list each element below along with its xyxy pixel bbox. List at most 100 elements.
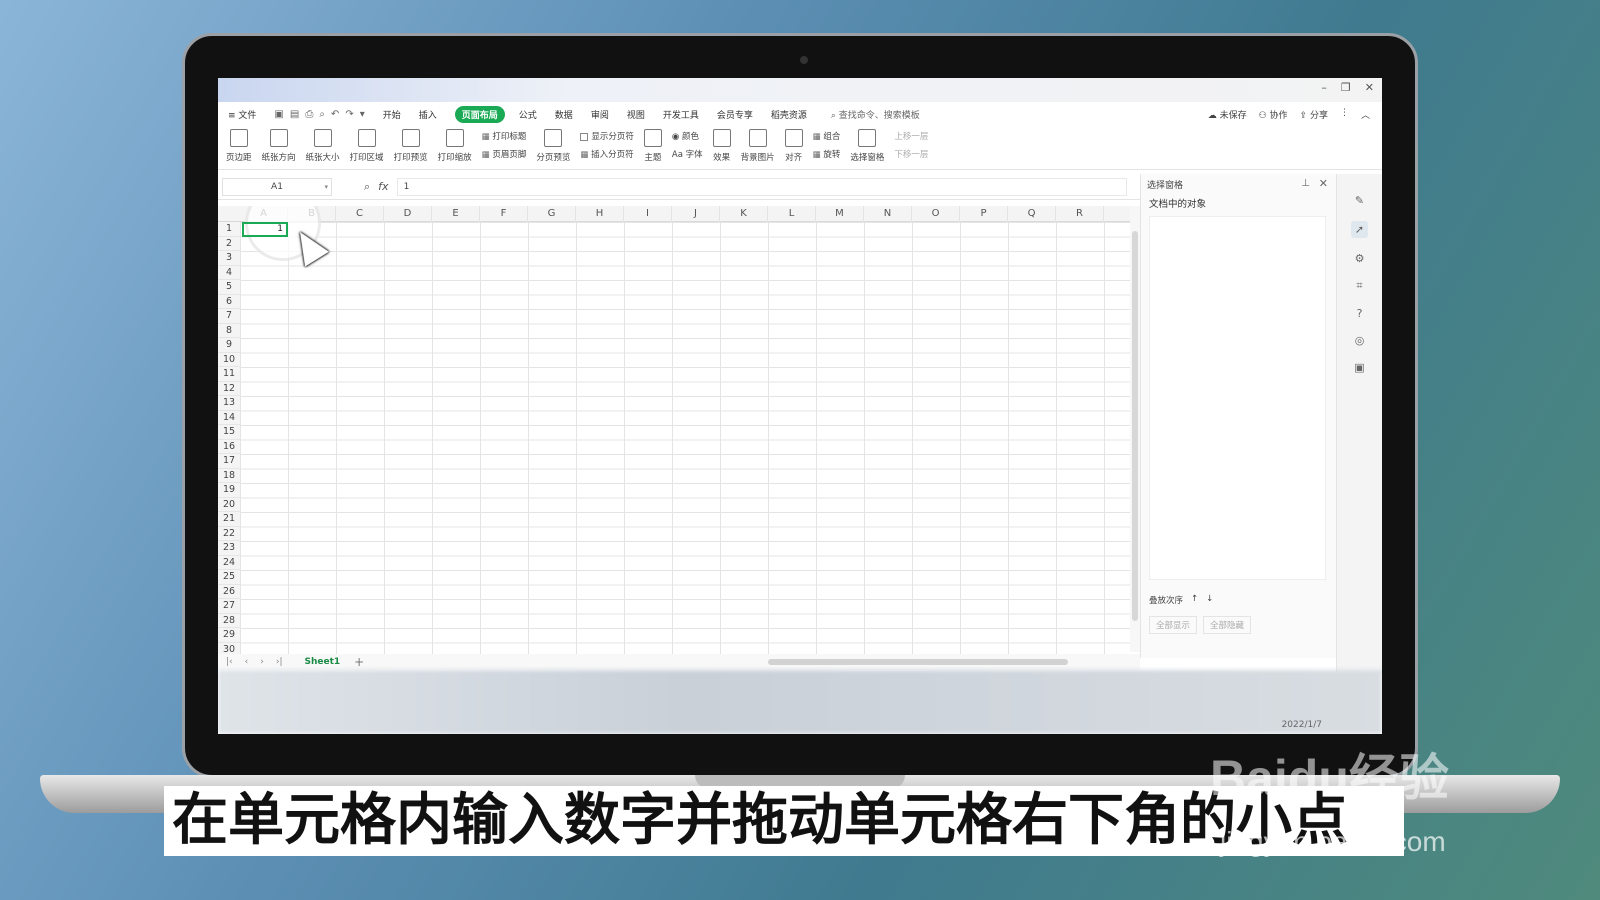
row-header-21[interactable]: 21 bbox=[218, 512, 240, 527]
print-icon[interactable]: ⎙ bbox=[305, 109, 313, 120]
customize-icon[interactable]: ▾ bbox=[360, 109, 365, 120]
paper-size-button[interactable]: 纸张大小 bbox=[306, 126, 340, 163]
move-up-icon[interactable]: ↑ bbox=[1191, 594, 1198, 606]
command-search[interactable]: ⌕ 查找命令、搜索模板 bbox=[831, 108, 920, 121]
file-menu[interactable]: ≡ 文件 bbox=[228, 108, 256, 121]
show-page-breaks-checkbox[interactable]: 显示分页符 bbox=[580, 130, 634, 142]
restore-button[interactable]: ❐ bbox=[1341, 81, 1351, 94]
page-break-preview-button[interactable]: 分页预览 bbox=[536, 126, 570, 163]
unsaved-status[interactable]: ☁ 未保存 bbox=[1208, 108, 1247, 121]
formula-input[interactable]: 1 bbox=[396, 177, 1127, 196]
minimize-button[interactable]: – bbox=[1321, 81, 1327, 94]
location-icon[interactable]: ◎ bbox=[1355, 334, 1365, 347]
cell-area[interactable] bbox=[240, 222, 1130, 656]
row-header-6[interactable]: 6 bbox=[218, 294, 240, 309]
tab-resources[interactable]: 稻壳资源 bbox=[771, 108, 807, 121]
row-header-18[interactable]: 18 bbox=[218, 468, 240, 483]
row-header-9[interactable]: 9 bbox=[218, 338, 240, 353]
row-header-20[interactable]: 20 bbox=[218, 497, 240, 512]
row-header-27[interactable]: 27 bbox=[218, 599, 240, 614]
row-header-3[interactable]: 3 bbox=[218, 251, 240, 266]
tab-home[interactable]: 开始 bbox=[383, 108, 401, 121]
show-all-button[interactable]: 全部显示 bbox=[1149, 616, 1198, 634]
hide-all-button[interactable]: 全部隐藏 bbox=[1203, 616, 1252, 634]
column-header-l[interactable]: L bbox=[768, 206, 816, 222]
column-header-e[interactable]: E bbox=[432, 206, 480, 222]
style-icon[interactable]: ✎ bbox=[1355, 194, 1364, 207]
row-header-1[interactable]: 1 bbox=[218, 222, 240, 237]
column-header-k[interactable]: K bbox=[720, 206, 768, 222]
send-backward-button[interactable]: 下移一层 bbox=[894, 148, 928, 160]
bring-forward-button[interactable]: 上移一层 bbox=[894, 130, 928, 142]
save-icon[interactable]: ▣ bbox=[274, 109, 283, 120]
print-titles-button[interactable]: 打印标题 bbox=[482, 130, 526, 142]
select-icon[interactable]: ➚ bbox=[1350, 221, 1369, 238]
row-header-7[interactable]: 7 bbox=[218, 309, 240, 324]
column-header-r[interactable]: R bbox=[1056, 206, 1104, 222]
redo-icon[interactable]: ↷ bbox=[345, 109, 353, 120]
worksheet-grid[interactable]: ABCDEFGHIJKLMNOPQR 123456789101112131415… bbox=[218, 206, 1130, 656]
preview-icon[interactable]: ⌕ bbox=[319, 109, 325, 120]
undo-icon[interactable]: ↶ bbox=[331, 109, 339, 120]
tab-member[interactable]: 会员专享 bbox=[717, 108, 753, 121]
tab-formulas[interactable]: 公式 bbox=[519, 108, 537, 121]
theme-button[interactable]: 主题 bbox=[643, 126, 662, 163]
column-header-p[interactable]: P bbox=[960, 206, 1008, 222]
tab-page-layout[interactable]: 页面布局 bbox=[454, 105, 505, 123]
zoom-icon[interactable]: ⌕ bbox=[364, 180, 370, 194]
selection-pane-button[interactable]: 选择窗格 bbox=[850, 126, 884, 163]
column-header-o[interactable]: O bbox=[912, 206, 960, 222]
row-header-12[interactable]: 12 bbox=[218, 381, 240, 396]
insert-page-break-button[interactable]: 插入分页符 bbox=[580, 148, 634, 160]
row-header-29[interactable]: 29 bbox=[218, 628, 240, 643]
more-icon[interactable]: ⋮ bbox=[1340, 108, 1349, 121]
rotate-button[interactable]: 旋转 bbox=[813, 148, 840, 160]
column-header-c[interactable]: C bbox=[336, 206, 384, 222]
export-icon[interactable]: ▤ bbox=[290, 109, 299, 120]
tab-developer[interactable]: 开发工具 bbox=[663, 108, 699, 121]
orientation-button[interactable]: 纸张方向 bbox=[262, 126, 296, 163]
prev-sheet-icon[interactable]: ‹ bbox=[245, 657, 249, 667]
effects-button[interactable]: 效果 bbox=[712, 126, 731, 163]
column-header-g[interactable]: G bbox=[528, 206, 576, 222]
settings-icon[interactable]: ⚙ bbox=[1355, 252, 1365, 265]
margins-button[interactable]: 页边距 bbox=[226, 126, 252, 163]
fonts-button[interactable]: Aa 字体 bbox=[672, 148, 703, 160]
colors-button[interactable]: ◉ 颜色 bbox=[672, 130, 703, 142]
row-header-19[interactable]: 19 bbox=[218, 483, 240, 498]
column-header-n[interactable]: N bbox=[864, 206, 912, 222]
row-header-10[interactable]: 10 bbox=[218, 352, 240, 367]
collapse-ribbon-icon[interactable]: ︿ bbox=[1361, 108, 1370, 121]
column-header-d[interactable]: D bbox=[384, 206, 432, 222]
column-header-q[interactable]: Q bbox=[1008, 206, 1056, 222]
sheet-tab-sheet1[interactable]: Sheet1 bbox=[305, 657, 341, 667]
collab-button[interactable]: ⚇ 协作 bbox=[1259, 108, 1288, 121]
horizontal-scroll-thumb[interactable] bbox=[768, 659, 1068, 665]
last-sheet-icon[interactable]: ›| bbox=[276, 657, 283, 667]
row-header-2[interactable]: 2 bbox=[218, 236, 240, 251]
help-icon[interactable]: ? bbox=[1357, 307, 1363, 320]
row-header-15[interactable]: 15 bbox=[218, 425, 240, 440]
row-header-28[interactable]: 28 bbox=[218, 613, 240, 628]
tab-view[interactable]: 视图 bbox=[627, 108, 645, 121]
row-header-4[interactable]: 4 bbox=[218, 265, 240, 280]
close-pane-icon[interactable]: ✕ bbox=[1319, 177, 1328, 190]
row-header-11[interactable]: 11 bbox=[218, 367, 240, 382]
row-header-24[interactable]: 24 bbox=[218, 555, 240, 570]
column-header-j[interactable]: J bbox=[672, 206, 720, 222]
row-header-17[interactable]: 17 bbox=[218, 454, 240, 469]
first-sheet-icon[interactable]: |‹ bbox=[226, 657, 233, 667]
close-button[interactable]: ✕ bbox=[1365, 81, 1374, 94]
tab-insert[interactable]: 插入 bbox=[419, 108, 437, 121]
row-header-13[interactable]: 13 bbox=[218, 396, 240, 411]
row-header-23[interactable]: 23 bbox=[218, 541, 240, 556]
image-icon[interactable]: ▣ bbox=[1354, 361, 1364, 374]
column-header-h[interactable]: H bbox=[576, 206, 624, 222]
row-header-16[interactable]: 16 bbox=[218, 439, 240, 454]
header-footer-button[interactable]: 页眉页脚 bbox=[482, 148, 526, 160]
row-header-22[interactable]: 22 bbox=[218, 526, 240, 541]
print-preview-button[interactable]: 打印预览 bbox=[394, 126, 428, 163]
move-down-icon[interactable]: ↓ bbox=[1206, 594, 1213, 606]
tab-data[interactable]: 数据 bbox=[555, 108, 573, 121]
vertical-scrollbar[interactable] bbox=[1130, 206, 1140, 652]
